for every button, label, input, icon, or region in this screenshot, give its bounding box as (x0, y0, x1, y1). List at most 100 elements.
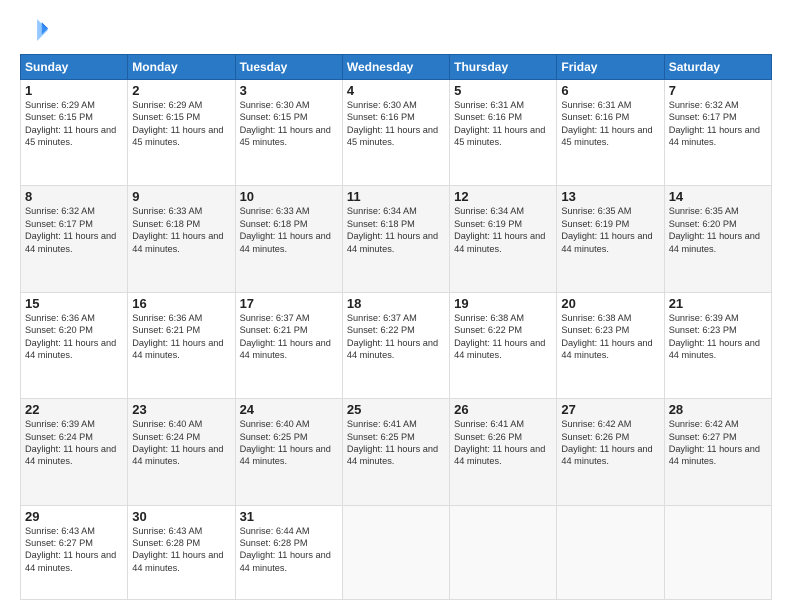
calendar-cell: 25 Sunrise: 6:41 AMSunset: 6:25 PMDaylig… (342, 399, 449, 505)
day-number: 15 (25, 296, 123, 311)
day-info: Sunrise: 6:31 AMSunset: 6:16 PMDaylight:… (561, 100, 652, 147)
logo (20, 16, 52, 44)
calendar-cell: 1 Sunrise: 6:29 AMSunset: 6:15 PMDayligh… (21, 80, 128, 186)
day-info: Sunrise: 6:33 AMSunset: 6:18 PMDaylight:… (240, 206, 331, 253)
day-number: 17 (240, 296, 338, 311)
day-info: Sunrise: 6:39 AMSunset: 6:24 PMDaylight:… (25, 419, 116, 466)
calendar-week-row: 1 Sunrise: 6:29 AMSunset: 6:15 PMDayligh… (21, 80, 772, 186)
logo-icon (20, 16, 48, 44)
day-number: 9 (132, 189, 230, 204)
header (20, 16, 772, 44)
calendar-table: SundayMondayTuesdayWednesdayThursdayFrid… (20, 54, 772, 600)
day-number: 3 (240, 83, 338, 98)
page: SundayMondayTuesdayWednesdayThursdayFrid… (0, 0, 792, 612)
calendar-cell: 13 Sunrise: 6:35 AMSunset: 6:19 PMDaylig… (557, 186, 664, 292)
day-info: Sunrise: 6:41 AMSunset: 6:25 PMDaylight:… (347, 419, 438, 466)
day-info: Sunrise: 6:42 AMSunset: 6:27 PMDaylight:… (669, 419, 760, 466)
day-number: 5 (454, 83, 552, 98)
day-info: Sunrise: 6:40 AMSunset: 6:25 PMDaylight:… (240, 419, 331, 466)
day-number: 29 (25, 509, 123, 524)
calendar-header-row: SundayMondayTuesdayWednesdayThursdayFrid… (21, 55, 772, 80)
calendar-cell: 23 Sunrise: 6:40 AMSunset: 6:24 PMDaylig… (128, 399, 235, 505)
day-info: Sunrise: 6:36 AMSunset: 6:20 PMDaylight:… (25, 313, 116, 360)
day-info: Sunrise: 6:33 AMSunset: 6:18 PMDaylight:… (132, 206, 223, 253)
calendar-cell: 5 Sunrise: 6:31 AMSunset: 6:16 PMDayligh… (450, 80, 557, 186)
day-number: 11 (347, 189, 445, 204)
calendar-cell: 19 Sunrise: 6:38 AMSunset: 6:22 PMDaylig… (450, 292, 557, 398)
calendar-cell: 26 Sunrise: 6:41 AMSunset: 6:26 PMDaylig… (450, 399, 557, 505)
day-number: 6 (561, 83, 659, 98)
day-info: Sunrise: 6:32 AMSunset: 6:17 PMDaylight:… (669, 100, 760, 147)
calendar-cell: 6 Sunrise: 6:31 AMSunset: 6:16 PMDayligh… (557, 80, 664, 186)
calendar-cell: 31 Sunrise: 6:44 AMSunset: 6:28 PMDaylig… (235, 505, 342, 599)
calendar-cell: 28 Sunrise: 6:42 AMSunset: 6:27 PMDaylig… (664, 399, 771, 505)
calendar-cell: 30 Sunrise: 6:43 AMSunset: 6:28 PMDaylig… (128, 505, 235, 599)
calendar-cell (664, 505, 771, 599)
calendar-cell: 9 Sunrise: 6:33 AMSunset: 6:18 PMDayligh… (128, 186, 235, 292)
calendar-cell: 21 Sunrise: 6:39 AMSunset: 6:23 PMDaylig… (664, 292, 771, 398)
day-info: Sunrise: 6:36 AMSunset: 6:21 PMDaylight:… (132, 313, 223, 360)
day-number: 18 (347, 296, 445, 311)
day-info: Sunrise: 6:29 AMSunset: 6:15 PMDaylight:… (25, 100, 116, 147)
day-info: Sunrise: 6:37 AMSunset: 6:21 PMDaylight:… (240, 313, 331, 360)
calendar-cell: 18 Sunrise: 6:37 AMSunset: 6:22 PMDaylig… (342, 292, 449, 398)
calendar-cell: 14 Sunrise: 6:35 AMSunset: 6:20 PMDaylig… (664, 186, 771, 292)
day-number: 13 (561, 189, 659, 204)
day-number: 16 (132, 296, 230, 311)
day-info: Sunrise: 6:43 AMSunset: 6:28 PMDaylight:… (132, 526, 223, 573)
day-info: Sunrise: 6:41 AMSunset: 6:26 PMDaylight:… (454, 419, 545, 466)
day-info: Sunrise: 6:29 AMSunset: 6:15 PMDaylight:… (132, 100, 223, 147)
calendar-cell (342, 505, 449, 599)
day-number: 8 (25, 189, 123, 204)
day-info: Sunrise: 6:40 AMSunset: 6:24 PMDaylight:… (132, 419, 223, 466)
calendar-week-row: 15 Sunrise: 6:36 AMSunset: 6:20 PMDaylig… (21, 292, 772, 398)
day-info: Sunrise: 6:35 AMSunset: 6:19 PMDaylight:… (561, 206, 652, 253)
day-info: Sunrise: 6:30 AMSunset: 6:16 PMDaylight:… (347, 100, 438, 147)
day-number: 25 (347, 402, 445, 417)
day-number: 14 (669, 189, 767, 204)
day-info: Sunrise: 6:44 AMSunset: 6:28 PMDaylight:… (240, 526, 331, 573)
calendar-cell: 20 Sunrise: 6:38 AMSunset: 6:23 PMDaylig… (557, 292, 664, 398)
calendar-cell: 3 Sunrise: 6:30 AMSunset: 6:15 PMDayligh… (235, 80, 342, 186)
day-number: 20 (561, 296, 659, 311)
day-number: 27 (561, 402, 659, 417)
day-info: Sunrise: 6:34 AMSunset: 6:18 PMDaylight:… (347, 206, 438, 253)
calendar-cell: 27 Sunrise: 6:42 AMSunset: 6:26 PMDaylig… (557, 399, 664, 505)
day-number: 22 (25, 402, 123, 417)
day-info: Sunrise: 6:30 AMSunset: 6:15 PMDaylight:… (240, 100, 331, 147)
day-info: Sunrise: 6:42 AMSunset: 6:26 PMDaylight:… (561, 419, 652, 466)
day-info: Sunrise: 6:38 AMSunset: 6:23 PMDaylight:… (561, 313, 652, 360)
day-number: 10 (240, 189, 338, 204)
day-number: 4 (347, 83, 445, 98)
day-number: 21 (669, 296, 767, 311)
weekday-header: Tuesday (235, 55, 342, 80)
calendar-cell: 22 Sunrise: 6:39 AMSunset: 6:24 PMDaylig… (21, 399, 128, 505)
calendar-cell: 15 Sunrise: 6:36 AMSunset: 6:20 PMDaylig… (21, 292, 128, 398)
calendar-cell: 10 Sunrise: 6:33 AMSunset: 6:18 PMDaylig… (235, 186, 342, 292)
weekday-header: Monday (128, 55, 235, 80)
calendar-cell: 17 Sunrise: 6:37 AMSunset: 6:21 PMDaylig… (235, 292, 342, 398)
weekday-header: Wednesday (342, 55, 449, 80)
day-info: Sunrise: 6:34 AMSunset: 6:19 PMDaylight:… (454, 206, 545, 253)
calendar-cell: 16 Sunrise: 6:36 AMSunset: 6:21 PMDaylig… (128, 292, 235, 398)
day-info: Sunrise: 6:38 AMSunset: 6:22 PMDaylight:… (454, 313, 545, 360)
day-info: Sunrise: 6:35 AMSunset: 6:20 PMDaylight:… (669, 206, 760, 253)
day-number: 19 (454, 296, 552, 311)
calendar-cell: 12 Sunrise: 6:34 AMSunset: 6:19 PMDaylig… (450, 186, 557, 292)
calendar-week-row: 29 Sunrise: 6:43 AMSunset: 6:27 PMDaylig… (21, 505, 772, 599)
day-number: 1 (25, 83, 123, 98)
calendar-cell (450, 505, 557, 599)
day-number: 28 (669, 402, 767, 417)
calendar-cell: 8 Sunrise: 6:32 AMSunset: 6:17 PMDayligh… (21, 186, 128, 292)
day-number: 31 (240, 509, 338, 524)
weekday-header: Saturday (664, 55, 771, 80)
day-number: 7 (669, 83, 767, 98)
weekday-header: Friday (557, 55, 664, 80)
calendar-cell: 2 Sunrise: 6:29 AMSunset: 6:15 PMDayligh… (128, 80, 235, 186)
calendar-cell (557, 505, 664, 599)
day-info: Sunrise: 6:43 AMSunset: 6:27 PMDaylight:… (25, 526, 116, 573)
calendar-cell: 29 Sunrise: 6:43 AMSunset: 6:27 PMDaylig… (21, 505, 128, 599)
day-number: 2 (132, 83, 230, 98)
day-number: 23 (132, 402, 230, 417)
calendar-cell: 11 Sunrise: 6:34 AMSunset: 6:18 PMDaylig… (342, 186, 449, 292)
